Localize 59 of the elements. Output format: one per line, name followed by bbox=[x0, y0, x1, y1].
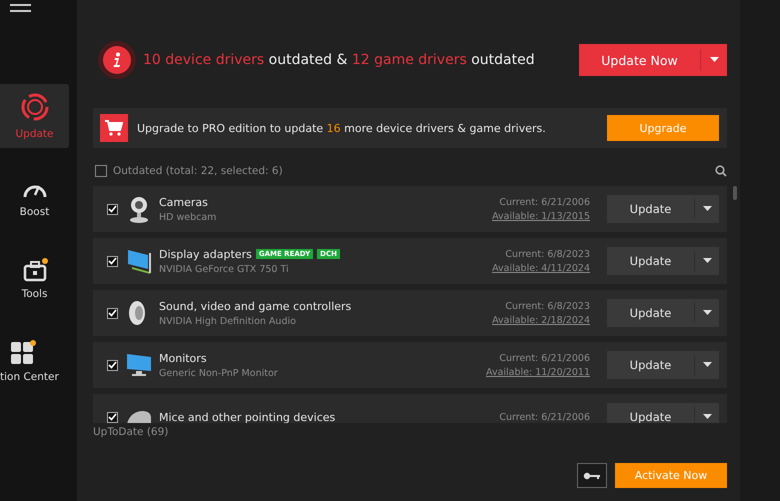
graphics-card-icon bbox=[126, 247, 152, 275]
checkbox[interactable] bbox=[95, 164, 107, 176]
refresh-ring-icon bbox=[20, 92, 50, 122]
shopping-cart-icon bbox=[105, 120, 123, 136]
webcam-icon bbox=[128, 195, 150, 223]
device-name: Cameras bbox=[159, 196, 208, 208]
checkbox[interactable] bbox=[107, 360, 118, 370]
available-version-link[interactable]: Available: 11/20/2011 bbox=[486, 366, 590, 378]
monitor-icon bbox=[126, 352, 152, 378]
sidebar-item[interactable]: Tools bbox=[0, 248, 69, 312]
device-model: Generic Non-PnP Monitor bbox=[159, 368, 279, 378]
caret-icon bbox=[702, 206, 712, 212]
current-version: Current: 6/21/2006 bbox=[499, 412, 590, 422]
update-button[interactable]: Update bbox=[607, 195, 719, 223]
device-model: HD webcam bbox=[159, 212, 218, 222]
key-icon bbox=[583, 472, 601, 480]
current-version: Current: 6/8/2023 bbox=[505, 300, 590, 312]
checkbox[interactable] bbox=[107, 308, 118, 318]
activate-now-button[interactable]: Activate Now bbox=[615, 463, 727, 488]
scrollbar-thumb[interactable] bbox=[733, 186, 737, 200]
uptodate-section-header[interactable]: UpToDate (69) bbox=[93, 426, 727, 438]
sidebar-item[interactable]: Boost bbox=[0, 166, 69, 230]
toolbox-icon bbox=[22, 260, 46, 282]
info-icon bbox=[98, 41, 136, 79]
outdated-summary: 10 device drivers outdated & 12 game drivers outdated bbox=[143, 52, 536, 68]
grid-icon bbox=[10, 341, 34, 365]
license-key-button[interactable] bbox=[577, 463, 607, 488]
upgrade-message: Upgrade to PRO edition to update 16 more device drivers & game drivers. bbox=[137, 122, 547, 134]
update-button[interactable]: Update bbox=[607, 247, 719, 275]
device-name: Sound, video and game controllers bbox=[159, 300, 352, 312]
available-version-link[interactable]: Available: 4/11/2024 bbox=[492, 262, 590, 274]
caret-icon bbox=[702, 414, 712, 420]
checkbox[interactable] bbox=[107, 412, 118, 422]
available-version-link[interactable]: Available: 2/18/2024 bbox=[492, 314, 590, 326]
caret-icon bbox=[702, 362, 712, 368]
caret-icon bbox=[710, 57, 718, 63]
notification-dot bbox=[42, 258, 48, 264]
current-version: Current: 6/21/2006 bbox=[499, 352, 590, 364]
update-button[interactable]: Update bbox=[607, 299, 719, 327]
current-version: Current: 6/21/2006 bbox=[499, 196, 590, 208]
notification-dot bbox=[30, 340, 36, 346]
device-name: Mice and other pointing devices bbox=[159, 410, 336, 423]
outdated-count: Outdated (total: 22, selected: 6) bbox=[113, 164, 284, 176]
device-name: Monitors bbox=[159, 352, 207, 364]
upgrade-button[interactable]: Upgrade bbox=[607, 115, 719, 141]
update-now-button[interactable]: Update Now bbox=[579, 44, 727, 76]
device-name: Display adapters bbox=[159, 248, 252, 260]
checkbox[interactable] bbox=[107, 204, 118, 214]
search-icon[interactable] bbox=[715, 164, 727, 176]
device-model: NVIDIA GeForce GTX 750 Ti bbox=[159, 264, 290, 274]
available-version-link[interactable]: Available: 1/13/2015 bbox=[492, 210, 590, 222]
sidebar-item[interactable]: tion Center bbox=[0, 330, 69, 394]
update-button[interactable]: Update bbox=[607, 351, 719, 379]
caret-icon bbox=[702, 310, 712, 316]
device-model: NVIDIA High Definition Audio bbox=[159, 316, 297, 326]
checkbox[interactable] bbox=[107, 256, 118, 266]
sidebar-item[interactable]: Update bbox=[0, 84, 69, 148]
current-version: Current: 6/8/2023 bbox=[505, 248, 590, 260]
caret-icon bbox=[702, 258, 712, 264]
